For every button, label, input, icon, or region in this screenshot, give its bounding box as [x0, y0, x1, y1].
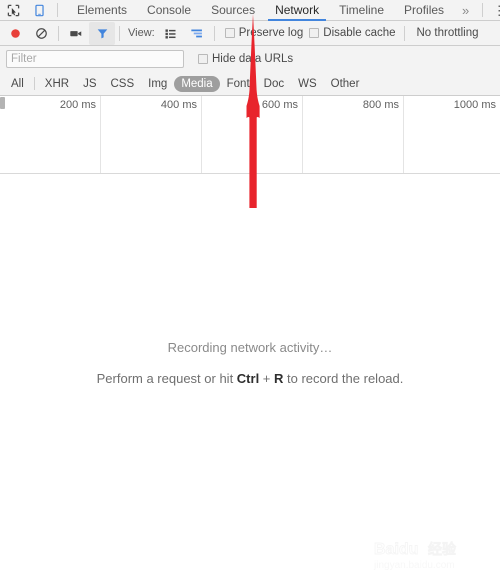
list-view-icon[interactable]	[158, 22, 184, 45]
record-hint-prefix: Perform a request or hit	[96, 371, 237, 386]
devtools-tabbar: Elements Console Sources Network Timelin…	[0, 0, 500, 21]
type-filter-ws[interactable]: WS	[291, 76, 324, 92]
toolbar-divider-4	[403, 25, 405, 41]
waterfall-view-icon[interactable]	[184, 22, 210, 45]
disable-cache-checkbox-box[interactable]	[309, 28, 320, 38]
record-hint-suffix: to record the reload.	[283, 371, 404, 386]
network-toolbar: View: Preserve log Disable cache No thro…	[0, 21, 500, 46]
type-filter-js[interactable]: JS	[76, 76, 103, 92]
tabbar-right-divider	[482, 3, 484, 17]
toolbar-divider-2	[119, 25, 120, 41]
timeline-tick-label: 1000 ms	[453, 99, 496, 111]
tab-elements[interactable]: Elements	[67, 0, 137, 21]
type-filter-doc[interactable]: Doc	[257, 76, 291, 92]
type-filter-divider	[33, 77, 35, 90]
tab-sources[interactable]: Sources	[201, 0, 265, 21]
clear-icon[interactable]	[28, 22, 54, 45]
tab-network[interactable]: Network	[265, 0, 329, 21]
tab-timeline[interactable]: Timeline	[329, 0, 394, 21]
type-filter-css[interactable]: CSS	[103, 76, 141, 92]
toolbar-divider-3	[213, 25, 215, 41]
timeline-tick-label: 400 ms	[160, 99, 197, 111]
timeline-divider	[403, 96, 404, 173]
timeline-divider	[302, 96, 303, 173]
timeline-divider	[100, 96, 101, 173]
timeline-divider	[201, 96, 202, 173]
type-filter-font[interactable]: Font	[220, 76, 257, 92]
toolbar-divider-1	[58, 25, 59, 41]
recording-status-text: Recording network activity…	[167, 340, 333, 355]
tab-profiles[interactable]: Profiles	[394, 0, 454, 21]
timeline-tick-label: 800 ms	[362, 99, 399, 111]
empty-state-message: Recording network activity… Perform a re…	[0, 340, 500, 386]
watermark-brand-text: Baidu	[374, 541, 418, 558]
type-filter-media[interactable]: Media	[174, 75, 220, 92]
overview-scrollbar[interactable]	[0, 97, 5, 109]
record-icon[interactable]	[2, 22, 28, 45]
tabbar-divider	[57, 3, 58, 17]
type-filter-other[interactable]: Other	[324, 76, 367, 92]
hide-data-urls-label: Hide data URLs	[212, 53, 294, 65]
watermark-url-text: jingyan.baidu.com	[373, 560, 455, 571]
disable-cache-checkbox[interactable]: Disable cache	[309, 27, 396, 39]
view-label: View:	[128, 27, 155, 39]
baidu-jingyan-watermark: Baidu 经验 jingyan.baidu.com	[372, 537, 492, 575]
timeline-tick-label: 200 ms	[59, 99, 96, 111]
filter-bar: Hide data URLs	[0, 46, 500, 72]
inspect-cursor-icon[interactable]	[0, 0, 26, 20]
resource-type-filters: All XHR JS CSS Img Media Font Doc WS Oth…	[0, 72, 500, 96]
tab-console[interactable]: Console	[137, 0, 201, 21]
device-toolbar-icon[interactable]	[26, 0, 52, 20]
type-filter-xhr[interactable]: XHR	[38, 76, 76, 92]
timeline-tick-label: 600 ms	[261, 99, 298, 111]
camera-icon[interactable]	[63, 22, 89, 45]
tab-overflow-icon[interactable]: »	[454, 0, 477, 21]
filter-input[interactable]	[6, 50, 184, 68]
throttling-selector[interactable]: No throttling	[417, 27, 479, 39]
disable-cache-label: Disable cache	[323, 27, 396, 39]
hide-data-urls-checkbox-box[interactable]	[198, 54, 208, 64]
shortcut-key-r: R	[274, 371, 284, 386]
devtools-window: Elements Console Sources Network Timelin…	[0, 0, 500, 583]
network-overview[interactable]: 200 ms 400 ms 600 ms 800 ms 1000 ms	[0, 96, 500, 174]
shortcut-key-ctrl: Ctrl	[236, 371, 260, 386]
preserve-log-checkbox[interactable]: Preserve log	[224, 27, 304, 39]
more-options-icon[interactable]: ⋮	[488, 0, 500, 21]
record-hint-text: Perform a request or hit Ctrl + R to rec…	[0, 371, 500, 386]
shortcut-plus: +	[259, 371, 275, 386]
preserve-log-checkbox-box[interactable]	[224, 28, 235, 38]
type-filter-img[interactable]: Img	[141, 76, 174, 92]
preserve-log-label: Preserve log	[238, 27, 304, 39]
type-filter-all[interactable]: All	[4, 76, 31, 92]
funnel-icon[interactable]	[89, 21, 115, 45]
hide-data-urls-checkbox[interactable]: Hide data URLs	[198, 53, 293, 65]
watermark-suffix-text: 经验	[428, 541, 457, 558]
panel-tabs: Elements Console Sources Network Timelin…	[67, 0, 477, 21]
tabbar-right-controls: ⋮ ✕	[477, 0, 500, 21]
